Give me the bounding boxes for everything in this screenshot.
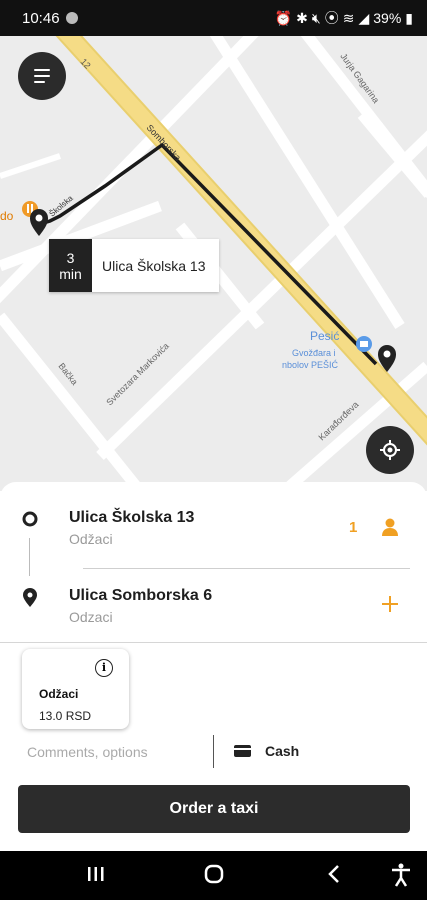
wifi-icon: ≋ [342,9,355,26]
map-label-left-poi: do [0,209,14,223]
add-stop-icon[interactable] [381,595,399,613]
pickup-address: Ulica Školska 13 [69,509,195,526]
destination-address: Ulica Somborska 6 [69,587,213,604]
pickup-row[interactable]: Ulica Školska 13 Odžaci 1 [0,505,427,555]
map-label-pesic-desc1: Gvožđara i [292,348,336,358]
recent-apps-icon[interactable] [86,863,106,885]
credit-card-icon [234,745,251,757]
tariff-card[interactable]: i Odžaci 13.0 RSD [22,649,129,729]
eta-address: Ulica Školska 13 [102,257,206,274]
destination-pin-icon [23,588,37,607]
menu-button[interactable] [18,52,66,100]
order-taxi-button[interactable]: Order a taxi [18,785,410,833]
eta-minutes: 3 [66,249,75,266]
panel-divider [0,642,427,643]
location-icon: ⦿ [324,10,339,26]
passenger-count[interactable]: 1 [349,519,357,536]
battery-level: 39% [373,10,402,26]
alarm-icon: ⏰ [274,9,293,26]
address-divider [83,568,410,569]
menu-icon-line [34,75,50,77]
bluetooth-icon: ✱ [296,9,308,26]
tariff-price: 13.0 RSD [39,709,92,723]
mute-icon: 🔇︎ [311,9,321,26]
payment-method-selector[interactable]: Cash [234,743,299,759]
home-icon[interactable] [203,863,225,885]
menu-icon [34,69,50,71]
menu-icon-line [34,81,45,83]
status-time: 10:46 [22,9,60,27]
battery-icon: ▮ [405,9,413,26]
person-icon[interactable] [380,517,400,537]
accessibility-icon[interactable] [390,863,412,887]
android-nav-bar [0,851,427,900]
route-connector-line [29,538,30,576]
shop-poi-icon[interactable] [356,336,372,352]
my-location-button[interactable] [366,426,414,474]
map-label-pesic-desc2: nbolov PEŠIĆ [282,360,339,370]
back-icon[interactable] [325,863,343,885]
pickup-city: Odžaci [69,531,113,547]
pickup-marker-icon[interactable] [30,209,48,236]
map-label-pesic: Pesić [310,329,339,343]
destination-city: Odzaci [69,609,113,625]
notification-icon [65,12,78,24]
eta-callout: 3 min Ulica Školska 13 [49,239,219,292]
comments-input[interactable]: Comments, options [27,744,148,760]
eta-time: 3 min [49,239,92,292]
signal-icon: ◢ [358,9,370,26]
tariff-name: Odžaci [39,687,79,701]
comments-payment-separator [213,735,214,768]
pickup-point-icon [22,511,38,527]
crosshair-icon [380,440,400,460]
eta-unit: min [59,265,82,282]
destination-row[interactable]: Ulica Somborska 6 Odzaci [0,583,427,633]
status-bar: 10:46 ⏰ ✱ 🔇︎ ⦿ ≋ ◢ 39% ▮ [0,0,427,36]
info-icon[interactable]: i [95,659,113,677]
payment-method-label: Cash [265,743,300,759]
